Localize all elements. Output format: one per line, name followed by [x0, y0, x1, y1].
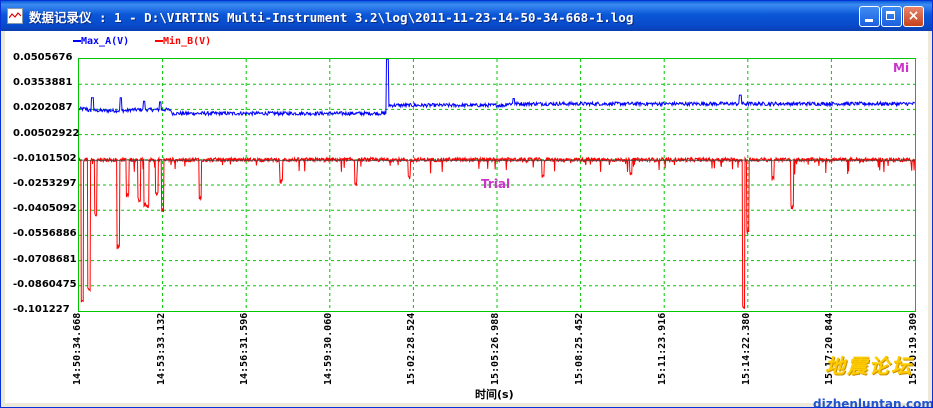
legend-swatch-icon [155, 40, 163, 42]
x-tick-text: 15:14:22.380 [740, 312, 752, 385]
legend-swatch-icon [73, 40, 81, 42]
close-button[interactable]: × [903, 6, 924, 27]
maximize-icon [886, 11, 895, 20]
legend-min-b[interactable]: Min_B(V) [155, 36, 211, 47]
corner-label: Mi [893, 61, 910, 75]
y-tick-label: -0.101227 [13, 304, 70, 315]
legend-max-a[interactable]: Max_A(V) [73, 36, 129, 47]
trial-label: Trial [481, 177, 511, 191]
chart-area: Max_A(V) Min_B(V) 0.0505676 0.0353881 0.02… [5, 31, 932, 407]
y-tick-label: -0.0253297 [13, 178, 77, 189]
x-tick-text: 15:05:26.988 [490, 312, 501, 385]
x-tick-text: 14:59:30.060 [322, 312, 334, 385]
watermark-logo: 地震论坛 [825, 354, 913, 378]
legend-label-min-b: Min_B(V) [163, 36, 212, 47]
x-tick-text: 15:08:25.452 [573, 312, 585, 385]
y-tick-label: 0.0505676 [13, 52, 73, 63]
x-tick-label: 14:59:30.060 [323, 313, 335, 393]
x-axis-title: 时间(s) [475, 388, 514, 401]
data-logger-window: 数据记录仪 : 1 - D:\VIRTINS Multi-Instrument … [0, 0, 933, 408]
x-tick-label: 14:53:33.132 [156, 313, 168, 393]
y-tick-label: -0.0556886 [13, 228, 77, 240]
x-tick-label: 15:05:26.988 [490, 313, 502, 393]
maximize-button[interactable] [881, 6, 902, 27]
window-title: 数据记录仪 : 1 - D:\VIRTINS Multi-Instrument … [29, 10, 634, 25]
title-bar[interactable]: 数据记录仪 : 1 - D:\VIRTINS Multi-Instrument … [1, 1, 932, 31]
x-tick-label: 15:02:28.524 [406, 313, 418, 393]
chart-app-icon[interactable] [7, 8, 23, 24]
x-tick-text: 14:53:33.132 [155, 312, 167, 385]
x-tick-label: 15:08:25.452 [574, 313, 586, 393]
y-tick-label: 0.0353881 [13, 77, 73, 89]
y-tick-label: -0.0101502 [13, 152, 77, 164]
y-tick-label: -0.0405092 [13, 203, 77, 215]
minimize-button[interactable] [859, 6, 880, 27]
watermark-url: dizhenluntan.com [813, 397, 933, 408]
y-tick-label: -0.0708681 [13, 253, 77, 265]
x-tick-text: 14:56:31.596 [239, 312, 251, 385]
x-tick-text: 15:11:23.916 [657, 312, 669, 385]
y-tick-label: -0.0860475 [13, 278, 77, 290]
x-tick-label: 15:14:22.380 [741, 313, 753, 393]
minimize-icon [865, 19, 873, 22]
series-min-b-mean-line [79, 159, 915, 162]
legend-label-max-a: Max_A(V) [81, 36, 130, 47]
x-tick-text: 14:50:34.668 [72, 312, 83, 385]
x-tick-label: 14:56:31.596 [239, 313, 251, 393]
x-tick-label: 14:50:34.668 [72, 313, 84, 393]
x-tick-text: 15:02:28.524 [406, 312, 418, 385]
y-tick-label: 0.0202087 [13, 102, 73, 114]
y-tick-label: 0.00502922 [13, 127, 80, 139]
x-tick-label: 15:11:23.916 [657, 313, 669, 393]
